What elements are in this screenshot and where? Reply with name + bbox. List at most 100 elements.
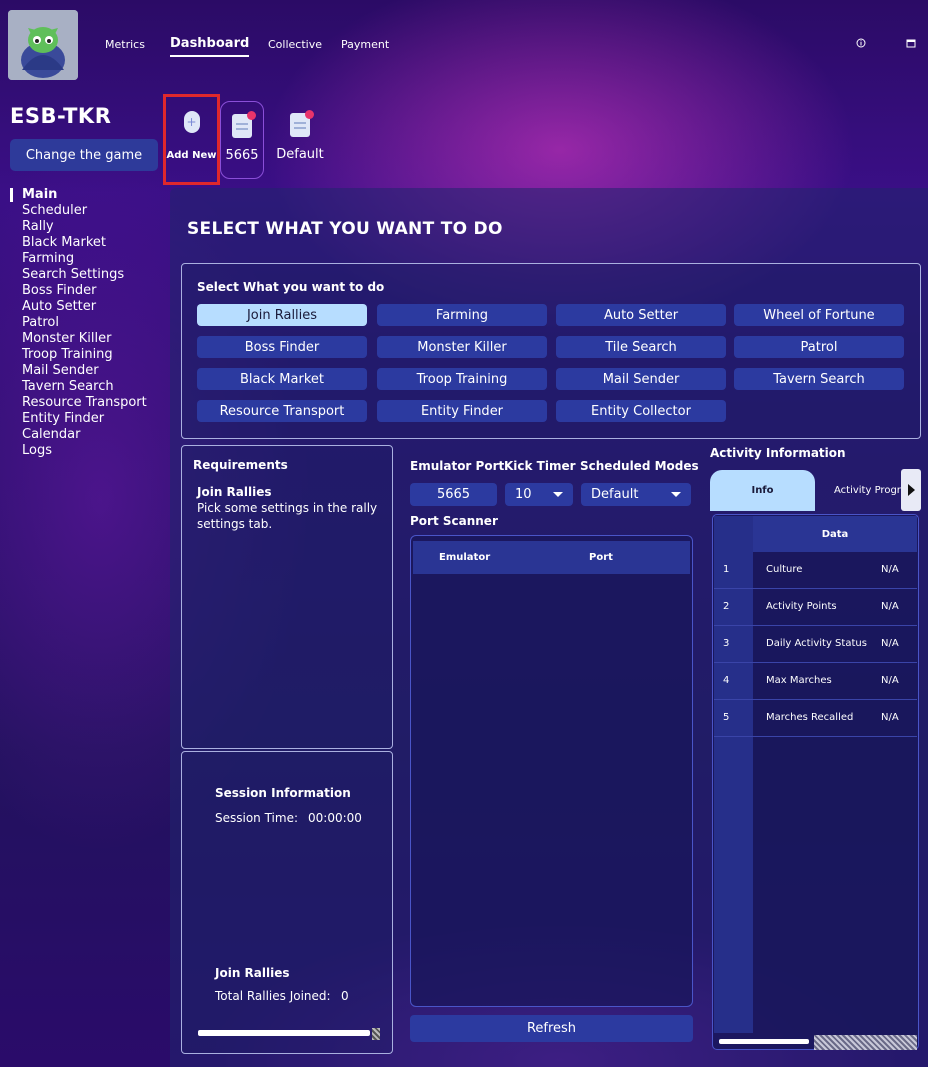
- sidebar-item-auto-setter[interactable]: Auto Setter: [22, 299, 96, 314]
- row-index: 5: [723, 712, 730, 723]
- row-key: Culture: [766, 564, 803, 575]
- task-mail-sender[interactable]: Mail Sender: [556, 368, 726, 390]
- chevron-down-icon: [553, 492, 563, 497]
- sidebar-item-calendar[interactable]: Calendar: [22, 427, 80, 442]
- emulator-port-input[interactable]: 5665: [410, 483, 497, 506]
- kick-timer-select[interactable]: 10: [505, 483, 573, 506]
- activity-title: Activity Information: [710, 446, 846, 460]
- session-scrollbar[interactable]: [198, 1030, 370, 1036]
- activity-scrollbar-track[interactable]: [814, 1035, 917, 1050]
- active-indicator: [10, 188, 13, 202]
- row-key: Activity Points: [766, 601, 837, 612]
- task-monster-killer[interactable]: Monster Killer: [377, 336, 547, 358]
- table-row[interactable]: 2 Activity Points N/A: [714, 589, 917, 626]
- row-value: N/A: [881, 675, 899, 686]
- plus-icon: +: [183, 111, 200, 133]
- nav-metrics[interactable]: Metrics: [105, 38, 145, 51]
- task-auto-setter[interactable]: Auto Setter: [556, 304, 726, 326]
- tab-activity-progress[interactable]: Activity Progre: [817, 470, 901, 511]
- rallies-value: 0: [341, 989, 349, 1003]
- sidebar-item-scheduler[interactable]: Scheduler: [22, 203, 87, 218]
- rallies-heading: Join Rallies: [215, 966, 290, 980]
- requirements-heading: Requirements: [193, 458, 288, 472]
- sidebar-item-mail-sender[interactable]: Mail Sender: [22, 363, 99, 378]
- nav-collective[interactable]: Collective: [268, 38, 322, 51]
- profile-doc-icon: [232, 111, 256, 138]
- row-index: 4: [723, 675, 730, 686]
- task-entity-collector[interactable]: Entity Collector: [556, 400, 726, 422]
- row-value: N/A: [881, 564, 899, 575]
- change-game-button[interactable]: Change the game: [10, 139, 158, 171]
- nav-payment[interactable]: Payment: [341, 38, 389, 51]
- row-key: Marches Recalled: [766, 712, 854, 723]
- row-index: 2: [723, 601, 730, 612]
- kick-timer-label: Kick Timer: [504, 459, 576, 473]
- profile-doc-icon: [290, 110, 314, 137]
- task-join-rallies[interactable]: Join Rallies: [197, 304, 367, 326]
- row-key: Daily Activity Status: [766, 638, 867, 649]
- sidebar-item-resource-transport[interactable]: Resource Transport: [22, 395, 147, 410]
- game-title: ESB-TKR: [10, 104, 112, 128]
- port-scanner-title: Port Scanner: [410, 514, 498, 528]
- column-emulator: Emulator: [439, 552, 491, 563]
- kick-timer-value: 10: [515, 487, 532, 502]
- resize-grip[interactable]: [372, 1028, 380, 1040]
- table-row[interactable]: 5 Marches Recalled N/A: [714, 700, 917, 737]
- row-value: N/A: [881, 638, 899, 649]
- scheduled-modes-value: Default: [591, 487, 639, 502]
- sidebar-item-troop-training[interactable]: Troop Training: [22, 347, 113, 362]
- requirements-task: Join Rallies: [197, 485, 272, 499]
- task-tile-search[interactable]: Tile Search: [556, 336, 726, 358]
- sidebar-item-patrol[interactable]: Patrol: [22, 315, 59, 330]
- sidebar-item-search-settings[interactable]: Search Settings: [22, 267, 124, 282]
- table-row[interactable]: 4 Max Marches N/A: [714, 663, 917, 700]
- info-icon[interactable]: [856, 38, 866, 51]
- task-selector-heading: Select What you want to do: [197, 280, 385, 294]
- table-row[interactable]: 1 Culture N/A: [714, 552, 917, 589]
- port-scanner-header: Emulator Port: [413, 541, 690, 574]
- task-tavern-search[interactable]: Tavern Search: [734, 368, 904, 390]
- table-row[interactable]: 3 Daily Activity Status N/A: [714, 626, 917, 663]
- task-wheel-of-fortune[interactable]: Wheel of Fortune: [734, 304, 904, 326]
- session-heading: Session Information: [215, 786, 351, 800]
- tab-scroll-right-button[interactable]: [901, 469, 921, 511]
- task-black-market[interactable]: Black Market: [197, 368, 367, 390]
- tab-info[interactable]: Info: [710, 470, 815, 511]
- task-farming[interactable]: Farming: [377, 304, 547, 326]
- sidebar-item-rally[interactable]: Rally: [22, 219, 54, 234]
- add-new-label: Add New: [166, 150, 217, 161]
- add-new-profile-button[interactable]: + Add New: [163, 94, 220, 185]
- task-boss-finder[interactable]: Boss Finder: [197, 336, 367, 358]
- row-key: Max Marches: [766, 675, 832, 686]
- profile-label: Default: [276, 147, 324, 162]
- sidebar-item-logs[interactable]: Logs: [22, 443, 52, 458]
- row-index: 1: [723, 564, 730, 575]
- sidebar-item-entity-finder[interactable]: Entity Finder: [22, 411, 104, 426]
- task-troop-training[interactable]: Troop Training: [377, 368, 547, 390]
- profile-5665[interactable]: 5665: [220, 101, 264, 179]
- session-time-value: 00:00:00: [308, 811, 362, 825]
- refresh-button[interactable]: Refresh: [410, 1015, 693, 1042]
- requirements-desc: Pick some settings in the rally: [197, 501, 378, 515]
- port-scanner-table: [410, 535, 693, 1007]
- row-index: 3: [723, 638, 730, 649]
- sidebar-item-monster-killer[interactable]: Monster Killer: [22, 331, 111, 346]
- sidebar-item-main[interactable]: Main: [22, 187, 57, 202]
- calendar-icon[interactable]: [906, 38, 916, 51]
- sidebar-item-black-market[interactable]: Black Market: [22, 235, 106, 250]
- requirements-desc-2: settings tab.: [197, 517, 273, 531]
- sidebar-item-tavern-search[interactable]: Tavern Search: [22, 379, 114, 394]
- app-logo: [8, 10, 78, 80]
- nav-dashboard[interactable]: Dashboard: [170, 36, 250, 57]
- task-resource-transport[interactable]: Resource Transport: [197, 400, 367, 422]
- activity-scrollbar-thumb[interactable]: [719, 1039, 809, 1044]
- task-entity-finder[interactable]: Entity Finder: [377, 400, 547, 422]
- page-title: SELECT WHAT YOU WANT TO DO: [187, 219, 503, 239]
- scheduled-modes-select[interactable]: Default: [581, 483, 691, 506]
- sidebar-item-farming[interactable]: Farming: [22, 251, 74, 266]
- task-patrol[interactable]: Patrol: [734, 336, 904, 358]
- session-time-label: Session Time:: [215, 811, 299, 825]
- profile-default[interactable]: Default: [276, 101, 324, 179]
- chevron-down-icon: [671, 492, 681, 497]
- sidebar-item-boss-finder[interactable]: Boss Finder: [22, 283, 97, 298]
